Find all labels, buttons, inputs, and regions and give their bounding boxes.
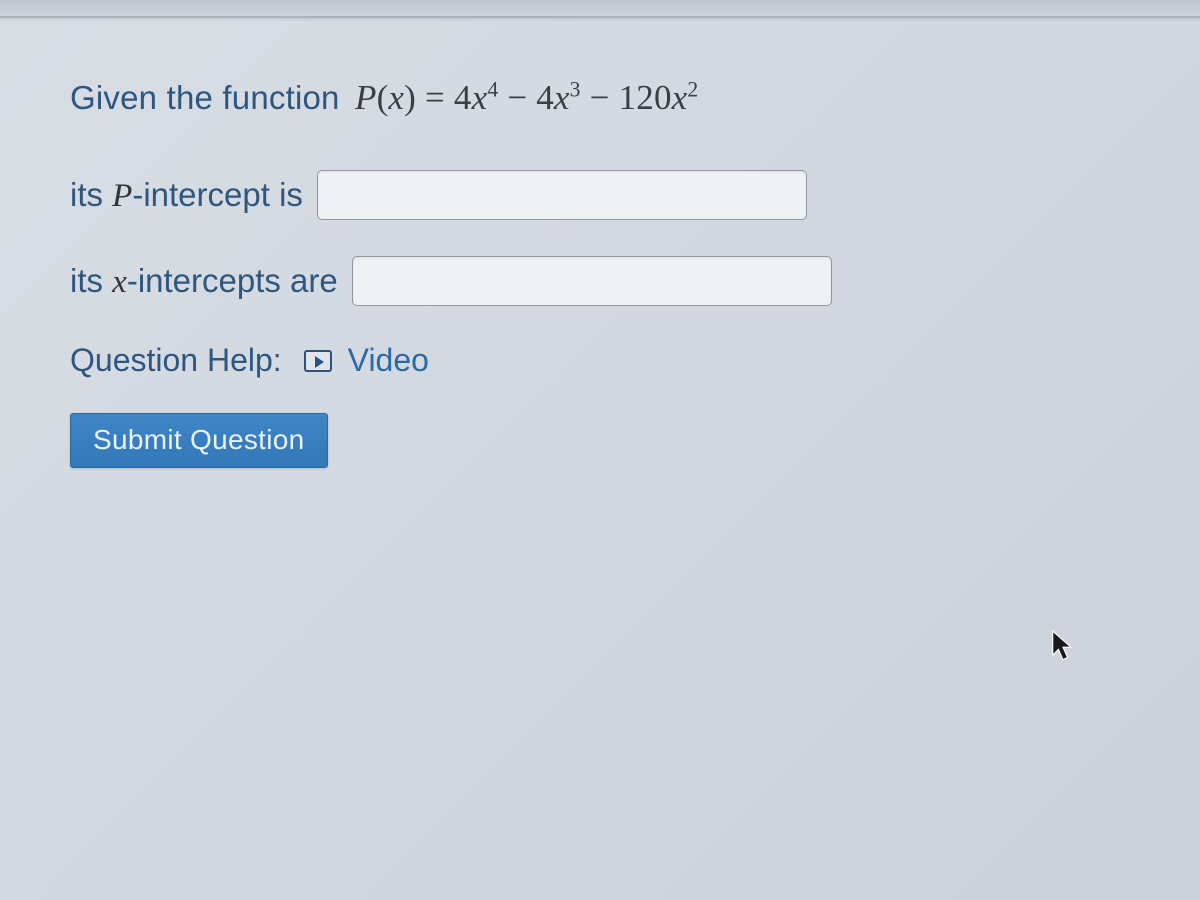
question-prompt: Given the function P(x) = 4x4 − 4x3 − 12…: [70, 78, 1140, 118]
window-top-bar: [0, 0, 1200, 18]
question-content: Given the function P(x) = 4x4 − 4x3 − 12…: [0, 18, 1200, 508]
x-intercepts-label: its x-intercepts are: [70, 262, 338, 301]
video-icon: [304, 350, 332, 372]
video-link[interactable]: Video: [348, 342, 429, 379]
x-intercepts-input[interactable]: [352, 256, 832, 306]
p-intercept-input[interactable]: [317, 170, 807, 220]
function-expression: P(x) = 4x4 − 4x3 − 120x2: [349, 78, 699, 118]
prompt-prefix: Given the function: [70, 79, 349, 116]
x-intercepts-row: its x-intercepts are: [70, 256, 1140, 306]
question-help-row: Question Help: Video: [70, 342, 1140, 379]
submit-question-button[interactable]: Submit Question: [70, 413, 328, 468]
question-help-label: Question Help:: [70, 342, 282, 379]
p-intercept-label: its P-intercept is: [70, 176, 303, 215]
p-intercept-row: its P-intercept is: [70, 170, 1140, 220]
